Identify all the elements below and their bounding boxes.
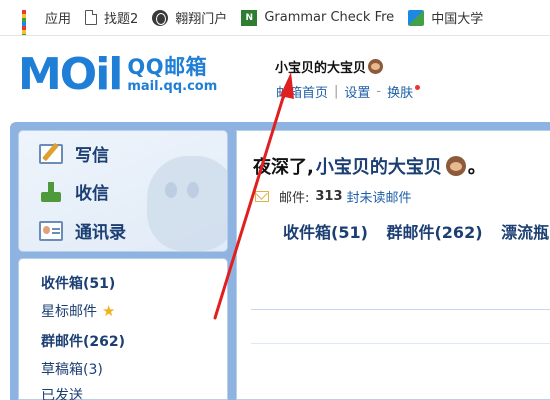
quick-link-drift-bottle[interactable]: 漂流瓶 [501, 223, 549, 242]
quick-links: 收件箱(51) 群邮件(262) 漂流瓶 [283, 219, 550, 243]
change-skin-link[interactable]: 换肤 [387, 82, 413, 101]
bookmark-grammar-check[interactable]: N Grammar Check Fre [241, 9, 395, 26]
bookmark-label: 应用 [45, 12, 72, 27]
see-no-evil-monkey-icon [445, 156, 466, 176]
compose-button[interactable]: 写信 [39, 141, 109, 166]
quick-link-inbox[interactable]: 收件箱(51) [283, 223, 368, 242]
write-pencil-icon [39, 143, 63, 164]
logo-mark: MOil [18, 49, 123, 100]
bookmarks-bar: 应用 找题2 翱翔门户 N Grammar Check Fre 中国大学 [0, 0, 550, 36]
folder-inbox[interactable]: 收件箱(51) [41, 273, 115, 293]
quick-link-group-mail[interactable]: 群邮件(262) [386, 223, 482, 242]
logo-url: mail.qq.com [127, 79, 218, 94]
bookmark-label: Grammar Check Fre [264, 10, 395, 25]
penguin-watermark-icon [147, 156, 227, 251]
welcome-panel: 夜深了, 小宝贝的大宝贝 。 邮件: 313 封未读邮件 收件箱(51) 群邮件… [236, 130, 550, 400]
inbox-download-icon [39, 181, 63, 202]
unread-mail-link[interactable]: 封未读邮件 [347, 187, 412, 206]
link-separator: | [334, 84, 339, 99]
apps-grid-icon [22, 9, 38, 35]
bookmark-zhaoti[interactable]: 找题2 [85, 8, 138, 27]
link-separator: - [376, 84, 382, 99]
folder-starred-label: 星标邮件 [41, 304, 97, 320]
divider [251, 343, 550, 344]
unread-summary: 邮件: 313 封未读邮件 [255, 187, 412, 206]
mail-header: MOil QQ邮箱 mail.qq.com 小宝贝的大宝贝 邮箱首页 | 设置 … [0, 37, 550, 120]
divider [251, 309, 550, 310]
folder-list: 收件箱(51) 星标邮件 ★ 群邮件(262) 草稿箱(3) 已发送 [18, 258, 228, 400]
bookmark-portal[interactable]: 翱翔门户 [152, 8, 227, 27]
header-links: 邮箱首页 | 设置 - 换肤 [276, 82, 421, 101]
receive-button[interactable]: 收信 [39, 179, 109, 204]
user-name-text: 小宝贝的大宝贝 [275, 61, 367, 76]
greeting-prefix: 夜深了, [253, 157, 314, 178]
qq-mail-logo[interactable]: MOil QQ邮箱 mail.qq.com [18, 51, 217, 99]
star-icon: ★ [102, 302, 116, 320]
greeting-suffix: 。 [467, 157, 486, 178]
user-name: 小宝贝的大宝贝 [275, 57, 384, 76]
logo-title: QQ邮箱 [127, 55, 208, 79]
see-no-evil-monkey-icon [368, 59, 384, 74]
folder-group-mail[interactable]: 群邮件(262) [41, 331, 125, 351]
folder-drafts[interactable]: 草稿箱(3) [41, 359, 103, 379]
greeting-name: 小宝贝的大宝贝 [315, 157, 442, 178]
sidebar-nav: 写信 收信 通讯录 [18, 130, 228, 252]
globe-icon [152, 9, 169, 26]
mail-label: 邮件: [279, 191, 310, 206]
contacts-label: 通讯录 [75, 223, 126, 243]
unread-count: 313 [315, 189, 343, 204]
folder-starred[interactable]: 星标邮件 ★ [41, 301, 115, 321]
greeting: 夜深了, 小宝贝的大宝贝 。 [253, 153, 486, 179]
settings-link[interactable]: 设置 [344, 82, 370, 101]
contacts-button[interactable]: 通讯录 [39, 218, 126, 243]
notification-dot-icon [415, 85, 421, 90]
bookmark-label: 找题2 [104, 12, 139, 27]
bookmark-label: 翱翔门户 [175, 12, 228, 27]
envelope-icon [255, 191, 269, 202]
bookmark-apps[interactable]: 应用 [22, 8, 72, 35]
bookmark-label: 中国大学 [431, 12, 484, 27]
mailbox-home-link[interactable]: 邮箱首页 [276, 82, 328, 101]
bookmark-university[interactable]: 中国大学 [408, 8, 483, 27]
contacts-card-icon [39, 220, 63, 241]
compose-label: 写信 [75, 146, 109, 166]
grammar-check-icon: N [241, 9, 258, 26]
folder-sent[interactable]: 已发送 [41, 385, 83, 400]
map-icon [408, 9, 425, 26]
receive-label: 收信 [75, 184, 109, 204]
page-icon [85, 10, 98, 25]
